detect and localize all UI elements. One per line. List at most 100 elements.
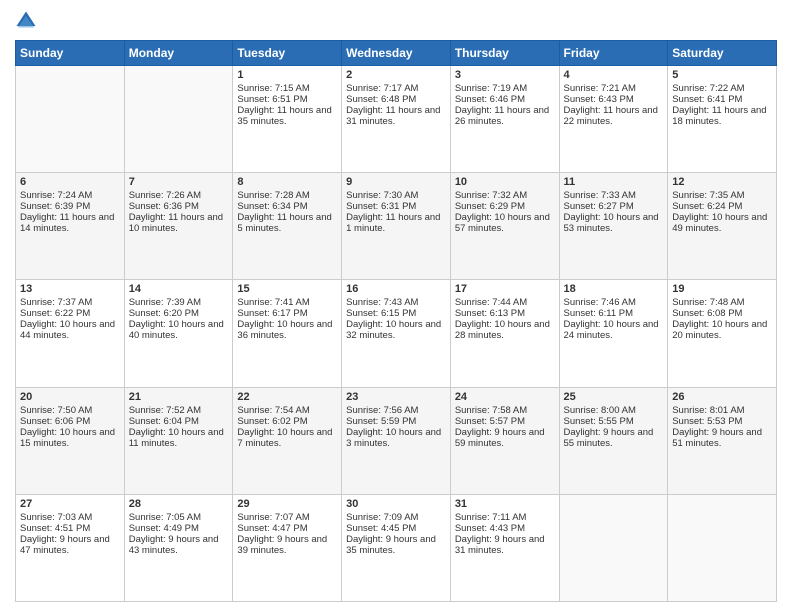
sunset-text: Sunset: 6:24 PM	[672, 201, 742, 212]
sunset-text: Sunset: 6:08 PM	[672, 308, 742, 319]
day-number: 17	[455, 283, 555, 295]
day-number: 18	[564, 283, 664, 295]
calendar-cell: 30Sunrise: 7:09 AMSunset: 4:45 PMDayligh…	[342, 494, 451, 601]
calendar-cell: 4Sunrise: 7:21 AMSunset: 6:43 PMDaylight…	[559, 66, 668, 173]
calendar-cell: 24 Sunrise: 7:58 AMSunset: 5:57 PMDayligh…	[450, 387, 559, 494]
logo	[15, 10, 41, 32]
day-number: 27	[20, 498, 120, 510]
day-number: 6	[20, 176, 120, 188]
sunrise-text: Sunrise: 7:30 AM	[346, 190, 418, 201]
daylight-text: Daylight: 10 hours and 28 minutes.	[455, 319, 550, 341]
daylight-text: Daylight: 11 hours and 1 minute.	[346, 212, 440, 234]
sunset-text: Sunset: 6:02 PM	[237, 416, 307, 427]
sunset-text: Sunset: 4:43 PM	[455, 523, 525, 534]
calendar-cell	[559, 494, 668, 601]
day-number: 14	[129, 283, 229, 295]
day-number: 22	[237, 391, 337, 403]
sunset-text: Sunset: 6:48 PM	[346, 94, 416, 105]
daylight-text: Daylight: 11 hours and 31 minutes.	[346, 105, 440, 127]
sunrise-text: Sunrise: 7:46 AM	[564, 297, 636, 308]
day-number: 20	[20, 391, 120, 403]
calendar-cell: 25Sunrise: 8:00 AMSunset: 5:55 PMDayligh…	[559, 387, 668, 494]
sunrise-text: Sunrise: 7:56 AM	[346, 405, 418, 416]
daylight-text: Daylight: 10 hours and 44 minutes.	[20, 319, 115, 341]
weekday-header-wednesday: Wednesday	[342, 41, 451, 66]
sunset-text: Sunset: 6:06 PM	[20, 416, 90, 427]
sunset-text: Sunset: 6:29 PM	[455, 201, 525, 212]
daylight-text: Daylight: 9 hours and 35 minutes.	[346, 534, 436, 556]
sunset-text: Sunset: 6:46 PM	[455, 94, 525, 105]
calendar-cell: 6Sunrise: 7:24 AMSunset: 6:39 PMDaylight…	[16, 173, 125, 280]
calendar-cell: 10Sunrise: 7:32 AMSunset: 6:29 PMDayligh…	[450, 173, 559, 280]
calendar-cell: 23Sunrise: 7:56 AMSunset: 5:59 PMDayligh…	[342, 387, 451, 494]
sunset-text: Sunset: 4:49 PM	[129, 523, 199, 534]
sunset-text: Sunset: 6:39 PM	[20, 201, 90, 212]
sunset-text: Sunset: 4:47 PM	[237, 523, 307, 534]
sunrise-text: Sunrise: 7:28 AM	[237, 190, 309, 201]
day-number: 16	[346, 283, 446, 295]
sunrise-text: Sunrise: 7:05 AM	[129, 512, 201, 523]
daylight-text: Daylight: 11 hours and 35 minutes.	[237, 105, 331, 127]
sunrise-text: Sunrise: 7:39 AM	[129, 297, 201, 308]
daylight-text: Daylight: 9 hours and 47 minutes.	[20, 534, 110, 556]
day-number: 3	[455, 69, 555, 81]
sunset-text: Sunset: 6:15 PM	[346, 308, 416, 319]
weekday-header-monday: Monday	[124, 41, 233, 66]
day-number: 2	[346, 69, 446, 81]
sunrise-text: Sunrise: 7:54 AM	[237, 405, 309, 416]
sunset-text: Sunset: 6:04 PM	[129, 416, 199, 427]
sunrise-text: Sunrise: 7:19 AM	[455, 83, 527, 94]
weekday-header-thursday: Thursday	[450, 41, 559, 66]
day-number: 26	[672, 391, 772, 403]
day-number: 30	[346, 498, 446, 510]
sunrise-text: Sunrise: 7:41 AM	[237, 297, 309, 308]
calendar-table: SundayMondayTuesdayWednesdayThursdayFrid…	[15, 40, 777, 602]
daylight-text: Daylight: 10 hours and 57 minutes.	[455, 212, 550, 234]
day-number: 24	[455, 391, 555, 403]
calendar-cell: 9Sunrise: 7:30 AMSunset: 6:31 PMDaylight…	[342, 173, 451, 280]
sunset-text: Sunset: 6:51 PM	[237, 94, 307, 105]
sunrise-text: Sunrise: 7:24 AM	[20, 190, 92, 201]
sunrise-text: Sunrise: 7:03 AM	[20, 512, 92, 523]
calendar-cell: 14Sunrise: 7:39 AMSunset: 6:20 PMDayligh…	[124, 280, 233, 387]
calendar-cell: 22Sunrise: 7:54 AMSunset: 6:02 PMDayligh…	[233, 387, 342, 494]
sunset-text: Sunset: 6:27 PM	[564, 201, 634, 212]
daylight-text: Daylight: 9 hours and 55 minutes.	[564, 427, 654, 449]
calendar-cell: 17Sunrise: 7:44 AMSunset: 6:13 PMDayligh…	[450, 280, 559, 387]
calendar-cell: 5Sunrise: 7:22 AMSunset: 6:41 PMDaylight…	[668, 66, 777, 173]
sunrise-text: Sunrise: 7:11 AM	[455, 512, 527, 523]
sunset-text: Sunset: 6:34 PM	[237, 201, 307, 212]
sunset-text: Sunset: 6:17 PM	[237, 308, 307, 319]
weekday-header-friday: Friday	[559, 41, 668, 66]
daylight-text: Daylight: 10 hours and 15 minutes.	[20, 427, 115, 449]
sunset-text: Sunset: 6:13 PM	[455, 308, 525, 319]
sunrise-text: Sunrise: 7:43 AM	[346, 297, 418, 308]
calendar-cell: 29Sunrise: 7:07 AMSunset: 4:47 PMDayligh…	[233, 494, 342, 601]
daylight-text: Daylight: 10 hours and 3 minutes.	[346, 427, 441, 449]
calendar-cell: 7Sunrise: 7:26 AMSunset: 6:36 PMDaylight…	[124, 173, 233, 280]
daylight-text: Daylight: 10 hours and 49 minutes.	[672, 212, 767, 234]
day-number: 25	[564, 391, 664, 403]
sunset-text: Sunset: 4:51 PM	[20, 523, 90, 534]
daylight-text: Daylight: 10 hours and 40 minutes.	[129, 319, 224, 341]
daylight-text: Daylight: 10 hours and 24 minutes.	[564, 319, 659, 341]
day-number: 15	[237, 283, 337, 295]
day-number: 9	[346, 176, 446, 188]
calendar-cell: 2Sunrise: 7:17 AMSunset: 6:48 PMDaylight…	[342, 66, 451, 173]
daylight-text: Daylight: 9 hours and 39 minutes.	[237, 534, 327, 556]
day-number: 13	[20, 283, 120, 295]
sunset-text: Sunset: 5:57 PM	[455, 416, 525, 427]
daylight-text: Daylight: 11 hours and 5 minutes.	[237, 212, 331, 234]
daylight-text: Daylight: 9 hours and 59 minutes.	[455, 427, 545, 449]
day-number: 28	[129, 498, 229, 510]
calendar-cell	[16, 66, 125, 173]
calendar-cell: 11Sunrise: 7:33 AMSunset: 6:27 PMDayligh…	[559, 173, 668, 280]
calendar-cell: 20Sunrise: 7:50 AMSunset: 6:06 PMDayligh…	[16, 387, 125, 494]
week-row-5: 27Sunrise: 7:03 AMSunset: 4:51 PMDayligh…	[16, 494, 777, 601]
sunrise-text: Sunrise: 8:01 AM	[672, 405, 744, 416]
day-number: 10	[455, 176, 555, 188]
sunrise-text: Sunrise: 7:58 AM	[455, 405, 527, 416]
daylight-text: Daylight: 11 hours and 10 minutes.	[129, 212, 223, 234]
day-number: 21	[129, 391, 229, 403]
sunrise-text: Sunrise: 7:15 AM	[237, 83, 309, 94]
